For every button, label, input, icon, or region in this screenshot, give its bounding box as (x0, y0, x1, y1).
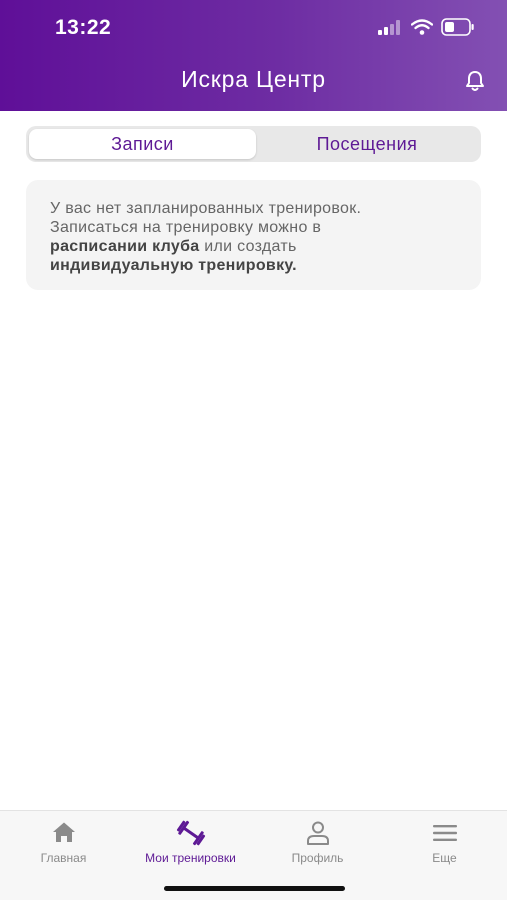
profile-icon (306, 821, 329, 845)
app-header: 13:22 Искра Центр (0, 0, 507, 111)
status-icons (377, 18, 475, 36)
home-icon (52, 822, 75, 842)
segmented-control: Записи Посещения (26, 126, 481, 162)
tab-my-workouts-label: Мои тренировки (145, 851, 236, 865)
empty-state-line-4: индивидуальную тренировку. (50, 256, 457, 275)
tab-profile-label: Профиль (291, 851, 344, 865)
signal-icon (378, 20, 400, 35)
empty-state-line-1: У вас нет запланированных тренировок. (50, 200, 362, 217)
segment-visits[interactable]: Посещения (256, 129, 478, 159)
status-time: 13:22 (55, 16, 112, 39)
empty-state-line-3-rest: или создать (199, 238, 297, 255)
empty-state-line-3: расписании клуба или создать (50, 237, 457, 256)
segment-records[interactable]: Записи (29, 129, 256, 159)
club-schedule-link[interactable]: расписании клуба (50, 238, 199, 255)
dumbbell-icon (176, 820, 205, 846)
screen: 13:22 Искра Центр Записи Посещения У вас… (0, 0, 507, 900)
tab-home-label: Главная (40, 851, 87, 865)
page-title: Искра Центр (181, 66, 326, 92)
empty-state-line-2: Записаться на тренировку можно в (50, 219, 322, 236)
tab-my-workouts[interactable]: Мои тренировки (127, 819, 254, 865)
tab-more-label: Еще (432, 851, 457, 865)
tab-more[interactable]: Еще (381, 819, 507, 865)
home-indicator (164, 886, 345, 891)
menu-icon (432, 825, 457, 841)
empty-state-card: У вас нет запланированных тренировок. За… (26, 180, 481, 290)
individual-workout-link[interactable]: индивидуальную тренировку. (50, 257, 297, 274)
tab-home[interactable]: Главная (0, 819, 127, 865)
bell-icon[interactable] (463, 69, 487, 93)
tab-profile[interactable]: Профиль (254, 819, 381, 865)
wifi-icon (411, 19, 433, 35)
battery-icon (441, 18, 474, 36)
